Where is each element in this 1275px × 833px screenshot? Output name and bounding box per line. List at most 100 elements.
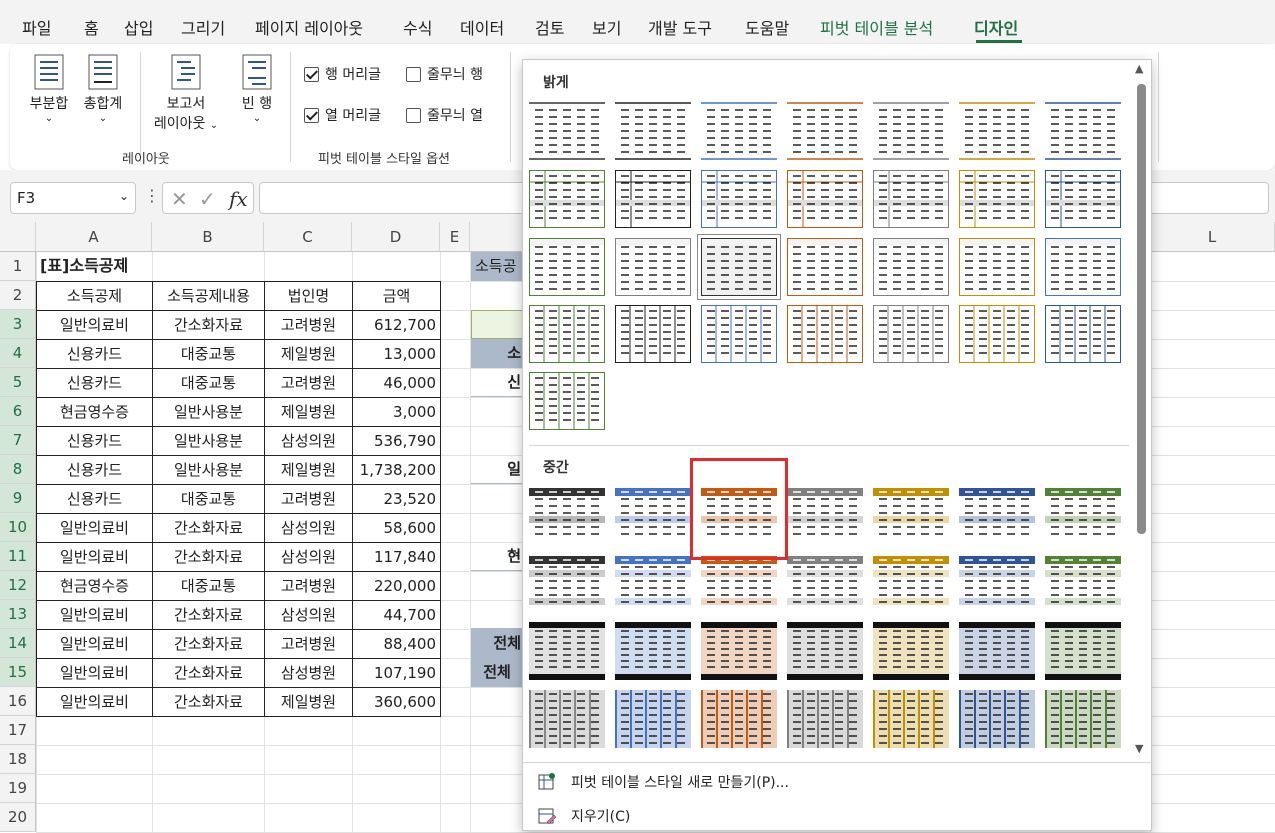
table-cell[interactable]: 삼성의원 <box>264 600 353 630</box>
row-header[interactable]: 2 <box>0 281 36 310</box>
table-cell[interactable]: 현금영수증 <box>36 571 153 601</box>
style-medium-swatch[interactable] <box>787 622 863 680</box>
style-medium-swatch[interactable] <box>959 488 1035 546</box>
style-medium-swatch[interactable] <box>615 556 691 614</box>
blank-rows-button[interactable]: 빈 행 ⌄ <box>234 54 280 124</box>
style-medium-swatch[interactable] <box>529 556 605 614</box>
row-header[interactable]: 15 <box>0 658 36 687</box>
table-cell[interactable]: 일반의료비 <box>36 542 153 572</box>
style-medium-swatch[interactable] <box>787 556 863 614</box>
table-cell[interactable]: 간소화자료 <box>152 629 265 659</box>
table-cell[interactable]: 간소화자료 <box>152 687 265 717</box>
select-all-corner[interactable] <box>0 222 36 252</box>
row-header[interactable]: 16 <box>0 687 36 716</box>
tab-insert[interactable]: 삽입 <box>124 15 153 39</box>
table-cell[interactable]: 대중교통 <box>152 339 265 369</box>
style-light-swatch[interactable] <box>529 170 605 228</box>
style-medium-swatch[interactable] <box>1045 488 1121 546</box>
style-medium-swatch[interactable] <box>701 622 777 680</box>
table-cell[interactable]: 삼성의원 <box>264 513 353 543</box>
table-cell[interactable]: 3,000 <box>352 397 441 427</box>
table-cell[interactable]: 44,700 <box>352 600 441 630</box>
table-cell[interactable]: 일반사용분 <box>152 426 265 456</box>
row-header[interactable]: 13 <box>0 600 36 629</box>
insert-function-icon[interactable]: fx <box>229 187 248 211</box>
row-header[interactable]: 10 <box>0 513 36 542</box>
column-header-l[interactable]: L <box>1150 222 1275 252</box>
name-box[interactable]: F3 ⌄ <box>10 182 136 214</box>
tab-data[interactable]: 데이터 <box>460 15 504 39</box>
style-medium-swatch[interactable] <box>1045 622 1121 680</box>
table-cell[interactable]: 제일병원 <box>264 397 353 427</box>
scroll-up-icon[interactable]: ▲ <box>1135 62 1143 75</box>
style-light-swatch[interactable] <box>529 305 605 363</box>
style-medium-swatch[interactable] <box>959 690 1035 748</box>
style-medium-swatch[interactable] <box>787 488 863 546</box>
row-header[interactable]: 5 <box>0 368 36 397</box>
style-medium-swatch[interactable] <box>873 556 949 614</box>
table-cell[interactable]: 간소화자료 <box>152 600 265 630</box>
table-cell[interactable]: 간소화자료 <box>152 310 265 340</box>
table-cell[interactable]: 제일병원 <box>264 339 353 369</box>
style-light-swatch[interactable] <box>787 102 863 160</box>
cancel-icon[interactable]: ✕ <box>171 187 188 211</box>
col-headers-checkbox[interactable]: 열 머리글 <box>304 105 381 125</box>
style-medium-swatch[interactable] <box>873 690 949 748</box>
table-cell[interactable]: 일반의료비 <box>36 600 153 630</box>
tab-review[interactable]: 검토 <box>535 15 564 39</box>
row-header[interactable]: 7 <box>0 426 36 455</box>
table-header-cell[interactable]: 금액 <box>352 281 441 311</box>
style-light-swatch[interactable] <box>787 170 863 228</box>
table-cell[interactable]: 간소화자료 <box>152 542 265 572</box>
tab-help[interactable]: 도움말 <box>745 15 789 39</box>
style-light-swatch[interactable] <box>529 102 605 160</box>
style-medium-swatch[interactable] <box>701 556 777 614</box>
table-cell[interactable]: 58,600 <box>352 513 441 543</box>
tab-view[interactable]: 보기 <box>592 15 621 39</box>
table-cell[interactable]: 일반의료비 <box>36 687 153 717</box>
pivot-style-gallery[interactable]: 밝게 중간 ▲ ▼ 피벗 테이블 스타일 새로 만들기(P)... 지우기(C) <box>522 59 1152 831</box>
subtotals-button[interactable]: 부분합 ⌄ <box>26 54 72 124</box>
table-cell[interactable]: 제일병원 <box>264 455 353 485</box>
table-cell[interactable]: 220,000 <box>352 571 441 601</box>
style-light-swatch[interactable] <box>615 305 691 363</box>
tab-developer[interactable]: 개발 도구 <box>648 15 712 39</box>
table-cell[interactable]: 536,790 <box>352 426 441 456</box>
scroll-down-icon[interactable]: ▼ <box>1135 742 1143 755</box>
style-medium-swatch[interactable] <box>873 488 949 546</box>
style-light-swatch[interactable] <box>697 234 781 300</box>
table-cell[interactable]: 23,520 <box>352 484 441 514</box>
column-header-e[interactable]: E <box>440 222 470 252</box>
column-header-a[interactable]: A <box>36 222 152 252</box>
style-light-swatch[interactable] <box>701 305 777 363</box>
table-cell[interactable]: 일반사용분 <box>152 455 265 485</box>
table-cell[interactable]: 일반의료비 <box>36 658 153 688</box>
style-medium-swatch[interactable] <box>615 622 691 680</box>
table-cell[interactable]: 신용카드 <box>36 426 153 456</box>
table-cell[interactable]: 간소화자료 <box>152 513 265 543</box>
table-cell[interactable]: 고려병원 <box>264 310 353 340</box>
table-cell[interactable]: 107,190 <box>352 658 441 688</box>
style-light-swatch[interactable] <box>959 102 1035 160</box>
style-medium-swatch[interactable] <box>529 622 605 680</box>
style-light-swatch[interactable] <box>873 238 949 296</box>
row-header[interactable]: 19 <box>0 774 36 803</box>
style-medium-swatch[interactable] <box>959 556 1035 614</box>
table-cell[interactable]: 대중교통 <box>152 368 265 398</box>
tab-draw[interactable]: 그리기 <box>181 15 225 39</box>
style-light-swatch[interactable] <box>873 102 949 160</box>
table-cell[interactable]: 고려병원 <box>264 368 353 398</box>
table-cell[interactable]: 일반의료비 <box>36 513 153 543</box>
tab-design[interactable]: 디자인 <box>974 15 1018 39</box>
column-header-f[interactable] <box>470 222 525 252</box>
table-cell[interactable]: 현금영수증 <box>36 397 153 427</box>
column-header-c[interactable]: C <box>264 222 352 252</box>
enter-icon[interactable]: ✓ <box>199 187 216 211</box>
style-light-swatch[interactable] <box>701 170 777 228</box>
scrollbar-thumb[interactable] <box>1137 84 1146 534</box>
table-cell[interactable]: 46,000 <box>352 368 441 398</box>
tab-formulas[interactable]: 수식 <box>403 15 432 39</box>
style-medium-swatch[interactable] <box>873 622 949 680</box>
style-light-swatch[interactable] <box>529 372 605 430</box>
table-cell[interactable]: 신용카드 <box>36 339 153 369</box>
